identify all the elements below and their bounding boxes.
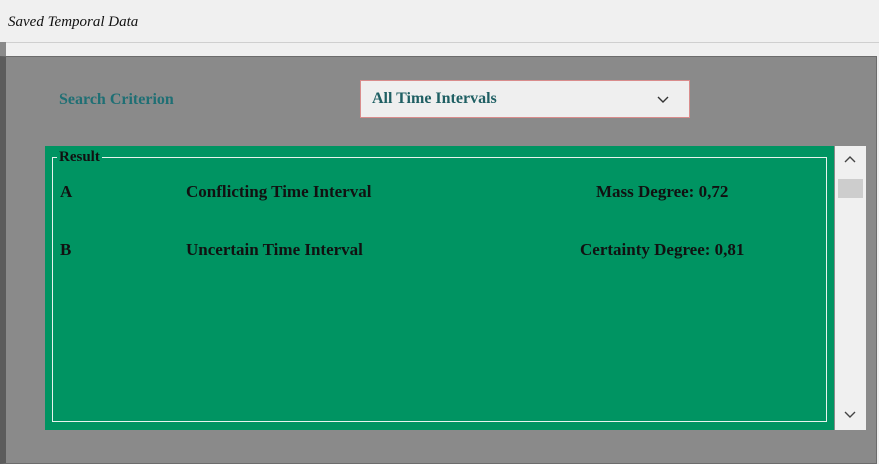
search-criterion-dropdown[interactable]: All Time Intervals (360, 80, 690, 118)
result-row-a-name: Conflicting Time Interval (186, 182, 372, 201)
chevron-down-icon[interactable] (844, 408, 856, 420)
result-scrollbar[interactable] (835, 146, 866, 430)
window-title-bar: Saved Temporal Data (0, 0, 879, 43)
result-listbox[interactable]: Result A Conflicting Time Interval Mass … (45, 146, 834, 430)
dropdown-selected-value: All Time Intervals (372, 90, 497, 107)
result-legend: Result (57, 149, 102, 166)
result-row-a-id: A (60, 182, 73, 201)
window: Saved Temporal Data Search Criterion All… (0, 0, 879, 464)
result-row-b-name: Uncertain Time Interval (186, 240, 363, 259)
chevron-down-icon (657, 96, 669, 103)
result-row-b-metric: Certainty Degree: 0,81 (580, 240, 745, 259)
search-criterion-label: Search Criterion (59, 91, 174, 108)
result-row-a-metric: Mass Degree: 0,72 (596, 182, 729, 201)
chevron-up-icon[interactable] (844, 154, 856, 166)
window-title: Saved Temporal Data (8, 14, 139, 30)
scrollbar-thumb[interactable] (838, 179, 863, 198)
result-row-b-id: B (60, 240, 72, 259)
